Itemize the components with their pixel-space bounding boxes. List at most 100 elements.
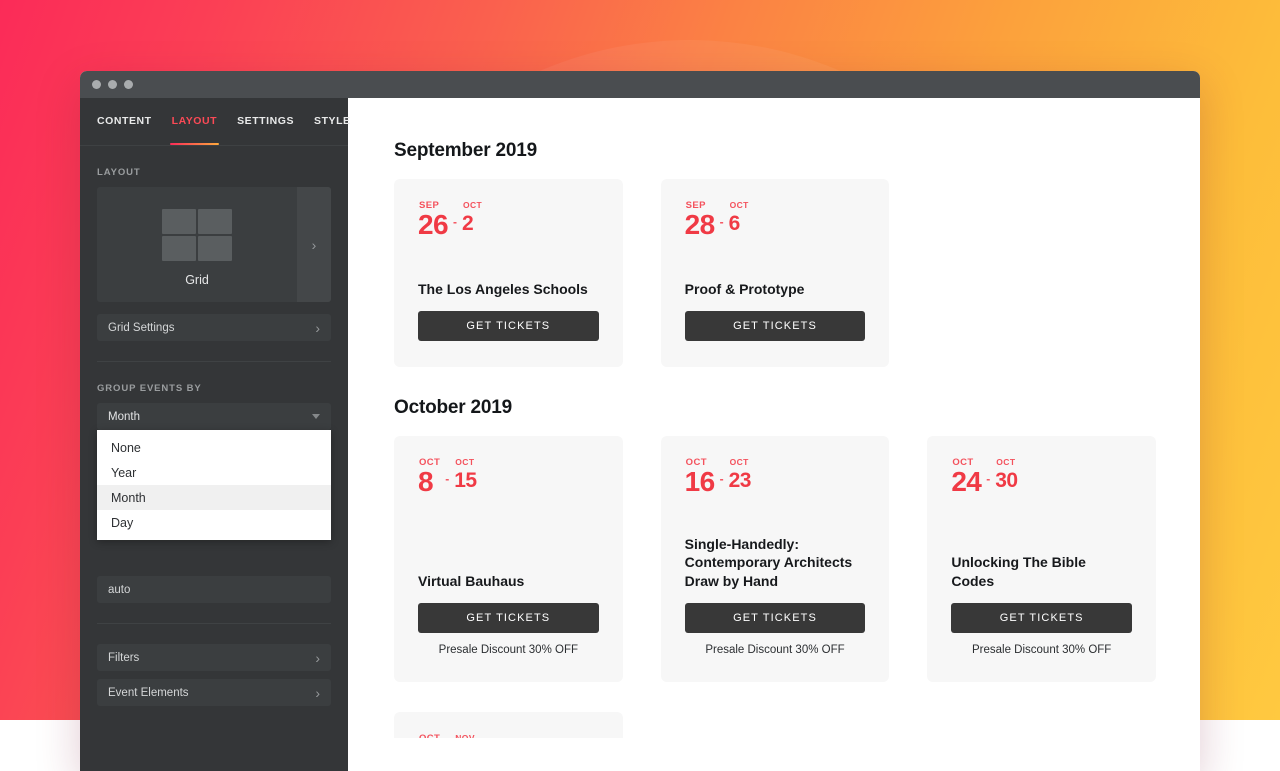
event-start-date: SEP 28	[685, 201, 715, 237]
option-month[interactable]: Month	[97, 485, 331, 510]
event-end-month: OCT	[730, 201, 749, 210]
event-start-day: 26	[418, 213, 448, 238]
event-card[interactable]: SEP 28 - OCT 6 Proof & Prototype GET TIC…	[661, 179, 890, 367]
window-minimize-dot[interactable]	[108, 80, 117, 89]
date-separator-icon: -	[452, 215, 458, 229]
event-end-month: OCT	[730, 458, 751, 467]
event-date-range: SEP 26 - OCT 2	[418, 201, 599, 237]
grid-layout-icon	[162, 209, 232, 261]
get-tickets-button[interactable]: GET TICKETS	[418, 311, 599, 341]
layout-section-label: LAYOUT	[97, 167, 331, 178]
events-grid-october: OCT 8 - OCT 15 Virtual Bauhaus GET TICKE…	[394, 436, 1156, 682]
browser-window: CONTENT LAYOUT SETTINGS STYLE LAYOUT Gri…	[80, 71, 1200, 771]
event-end-day: 30	[995, 469, 1017, 493]
layout-preview-body: Grid	[97, 187, 297, 302]
date-separator-icon: -	[444, 734, 450, 738]
event-end-day: 2	[462, 212, 482, 236]
get-tickets-button[interactable]: GET TICKETS	[685, 603, 866, 633]
tab-content[interactable]: CONTENT	[97, 115, 162, 145]
group-events-selected-value: Month	[108, 411, 140, 423]
event-title: Proof & Prototype	[685, 280, 866, 298]
event-end-date: OCT 2	[462, 201, 482, 236]
event-card[interactable]: OCT 16 - OCT 23 Single-Handedly: Contemp…	[661, 436, 890, 682]
event-date-range: SEP 28 - OCT 6	[685, 201, 866, 237]
get-tickets-button[interactable]: GET TICKETS	[418, 603, 599, 633]
event-end-month: OCT	[455, 458, 476, 467]
presale-discount-note: Presale Discount 30% OFF	[418, 644, 599, 656]
presale-discount-note: Presale Discount 30% OFF	[685, 644, 866, 656]
grid-empty-cell	[927, 712, 1156, 738]
grid-settings-label: Grid Settings	[108, 322, 174, 334]
chevron-right-icon: ›	[315, 651, 320, 665]
get-tickets-button[interactable]: GET TICKETS	[685, 311, 866, 341]
window-titlebar	[80, 71, 1200, 98]
event-end-date: OCT 30	[995, 458, 1017, 493]
app-body: CONTENT LAYOUT SETTINGS STYLE LAYOUT Gri…	[80, 98, 1200, 771]
event-end-date: OCT 6	[729, 201, 749, 236]
event-start-day: 8	[418, 470, 440, 495]
event-end-day: 15	[454, 469, 476, 493]
tab-style[interactable]: STYLE	[304, 115, 361, 145]
date-separator-icon: -	[719, 472, 725, 486]
chevron-right-icon: ›	[315, 686, 320, 700]
chevron-right-icon: ›	[312, 238, 317, 252]
tab-layout[interactable]: LAYOUT	[162, 115, 228, 145]
filters-row[interactable]: Filters ›	[97, 644, 331, 671]
layout-preview-name: Grid	[185, 273, 209, 287]
card-spacer	[418, 494, 599, 571]
layout-preview-card[interactable]: Grid ›	[97, 187, 331, 302]
event-end-month: NOV	[455, 734, 475, 738]
option-year[interactable]: Year	[97, 460, 331, 485]
event-title: Unlocking The Bible Codes	[951, 553, 1132, 590]
event-start-date: OCT 8	[418, 458, 440, 494]
event-card-partial[interactable]: OCT - NOV	[394, 712, 623, 738]
date-separator-icon: -	[444, 472, 450, 486]
event-start-day: 16	[685, 470, 715, 495]
sidebar-divider-2	[97, 623, 331, 624]
grid-empty-cell	[927, 179, 1156, 367]
sidebar-tabbar: CONTENT LAYOUT SETTINGS STYLE	[80, 98, 348, 146]
event-end-date: NOV	[454, 734, 475, 738]
events-main-panel: September 2019 SEP 26 - OCT 2	[348, 98, 1200, 771]
events-grid-september: SEP 26 - OCT 2 The Los Angeles Schools G…	[394, 179, 1156, 367]
settings-sidebar: CONTENT LAYOUT SETTINGS STYLE LAYOUT Gri…	[80, 98, 348, 771]
group-events-select[interactable]: Month	[97, 403, 331, 430]
event-date-range: OCT 8 - OCT 15	[418, 458, 599, 494]
filters-label: Filters	[108, 652, 139, 664]
get-tickets-button[interactable]: GET TICKETS	[951, 603, 1132, 633]
event-end-month: OCT	[996, 458, 1017, 467]
tab-settings[interactable]: SETTINGS	[227, 115, 304, 145]
event-card[interactable]: OCT 8 - OCT 15 Virtual Bauhaus GET TICKE…	[394, 436, 623, 682]
date-separator-icon: -	[719, 215, 725, 229]
card-spacer	[685, 237, 866, 279]
event-end-date: OCT 23	[729, 458, 751, 493]
group-events-label: GROUP EVENTS BY	[97, 383, 331, 394]
event-start-date: OCT	[418, 734, 440, 738]
event-start-day: 28	[685, 213, 715, 238]
event-date-range: OCT 24 - OCT 30	[951, 458, 1132, 494]
event-title: The Los Angeles Schools	[418, 280, 599, 298]
event-start-day: 24	[951, 470, 981, 495]
option-none[interactable]: None	[97, 435, 331, 460]
event-start-month: OCT	[419, 734, 440, 738]
event-start-date: SEP 26	[418, 201, 448, 237]
event-card[interactable]: OCT 24 - OCT 30 Unlocking The Bible Code…	[927, 436, 1156, 682]
event-card[interactable]: SEP 26 - OCT 2 The Los Angeles Schools G…	[394, 179, 623, 367]
layout-next-button[interactable]: ›	[297, 187, 331, 302]
event-end-day: 23	[729, 469, 751, 493]
event-end-day: 6	[729, 212, 749, 236]
option-day[interactable]: Day	[97, 510, 331, 535]
card-spacer	[685, 494, 866, 534]
event-title: Virtual Bauhaus	[418, 572, 599, 590]
grid-settings-row[interactable]: Grid Settings ›	[97, 314, 331, 341]
window-maximize-dot[interactable]	[124, 80, 133, 89]
event-start-date: OCT 16	[685, 458, 715, 494]
chevron-right-icon: ›	[315, 321, 320, 335]
events-per-page-input[interactable]	[97, 576, 331, 603]
sidebar-content: LAYOUT Grid › Grid Settings ›	[80, 167, 348, 706]
window-close-dot[interactable]	[92, 80, 101, 89]
event-elements-row[interactable]: Event Elements ›	[97, 679, 331, 706]
event-end-date: OCT 15	[454, 458, 476, 493]
group-events-options-list: None Year Month Day	[97, 430, 331, 540]
event-title: Single-Handedly: Contemporary Architects…	[685, 535, 866, 590]
